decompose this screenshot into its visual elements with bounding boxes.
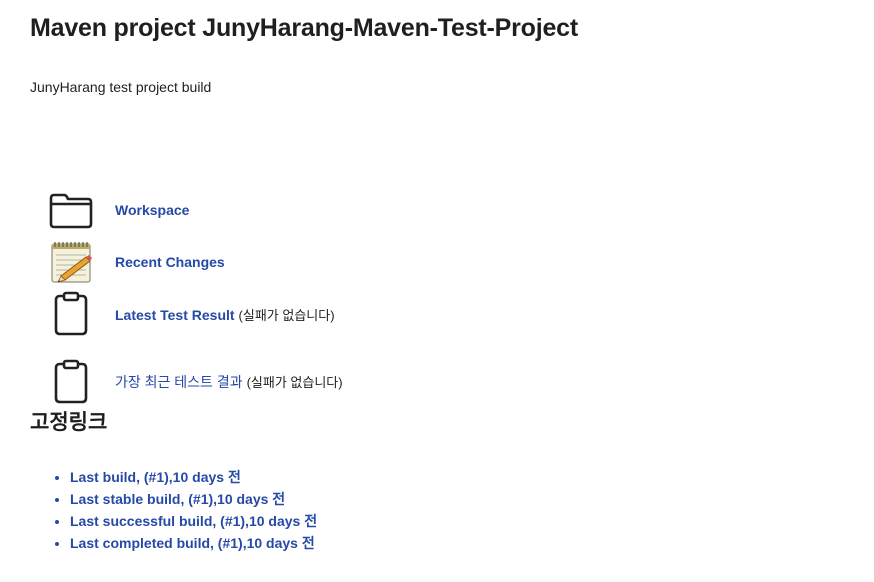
permalinks-title: 고정링크 — [30, 411, 108, 434]
recent-changes-row: Recent Changes — [46, 238, 225, 286]
recent-changes-link[interactable]: Recent Changes — [115, 254, 225, 270]
list-item: Last build, (#1),10 days 전 — [70, 466, 317, 488]
no-failures-note: (실패가 없습니다) — [238, 307, 335, 323]
list-item: Last completed build, (#1),10 days 전 — [70, 532, 317, 554]
last-successful-build-link[interactable]: Last successful build, (#1),10 days 전 — [70, 513, 317, 529]
latest-test-result-row: Latest Test Result (실패가 없습니다) — [46, 290, 335, 338]
list-item: Last successful build, (#1),10 days 전 — [70, 510, 317, 532]
latest-test-result-link[interactable]: Latest Test Result — [115, 307, 235, 323]
folder-icon[interactable] — [46, 186, 96, 234]
no-failures-note: (실패가 없습니다) — [246, 375, 343, 390]
workspace-link[interactable]: Workspace — [115, 202, 189, 218]
last-build-link[interactable]: Last build, (#1),10 days 전 — [70, 469, 241, 485]
last-completed-build-link[interactable]: Last completed build, (#1),10 days 전 — [70, 535, 315, 551]
recent-test-result-link[interactable]: 가장 최근 테스트 결과 — [115, 374, 243, 390]
workspace-row: Workspace — [46, 186, 189, 234]
clipboard-icon[interactable] — [46, 358, 96, 406]
last-stable-build-link[interactable]: Last stable build, (#1),10 days 전 — [70, 491, 285, 507]
clipboard-icon[interactable] — [46, 290, 96, 338]
project-description: JunyHarang test project build — [30, 79, 212, 95]
recent-test-result-row: 가장 최근 테스트 결과 (실패가 없습니다) — [46, 358, 343, 406]
permalinks-list: Last build, (#1),10 days 전 Last stable b… — [30, 466, 317, 554]
list-item: Last stable build, (#1),10 days 전 — [70, 488, 317, 510]
page-title: Maven project JunyHarang-Maven-Test-Proj… — [30, 14, 579, 42]
notepad-icon[interactable] — [46, 238, 96, 286]
